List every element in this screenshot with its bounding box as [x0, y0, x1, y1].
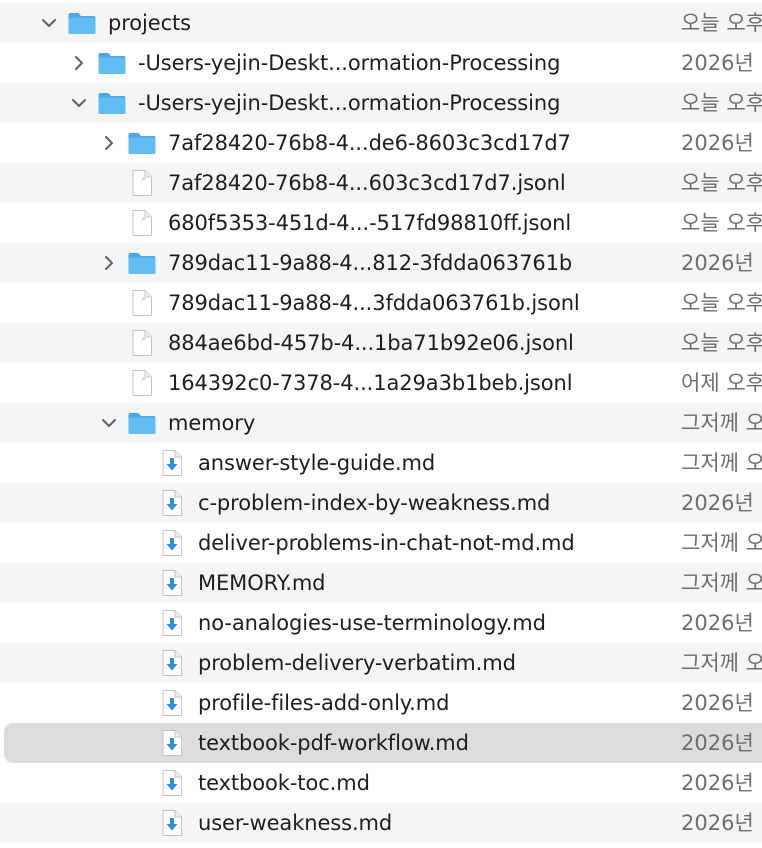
folder-icon	[97, 91, 127, 115]
date-modified: 오늘 오후	[681, 211, 762, 235]
file-row[interactable]: textbook-pdf-workflow.md 2026년	[0, 723, 762, 763]
item-name: 7af28420-76b8-4...de6-8603c3cd17d7	[168, 131, 571, 155]
date-modified: 그저께 오	[681, 411, 762, 435]
markdown-file-icon	[161, 729, 183, 757]
document-icon	[131, 329, 153, 357]
markdown-file-icon	[161, 769, 183, 797]
file-row[interactable]: 884ae6bd-457b-4...1ba71b92e06.jsonl 오늘 오후	[0, 323, 762, 363]
date-modified: 그저께 오	[681, 571, 762, 595]
markdown-file-icon	[161, 649, 183, 677]
folder-row[interactable]: 789dac11-9a88-4...812-3fdda063761b 2026년	[0, 243, 762, 283]
date-modified: 2026년	[681, 731, 754, 755]
item-name: 164392c0-7378-4...1a29a3b1beb.jsonl	[168, 371, 573, 395]
folder-row[interactable]: -Users-yejin-Deskt...ormation-Processing…	[0, 83, 762, 123]
disclosure-collapsed-icon[interactable]	[69, 53, 89, 73]
item-name: profile-files-add-only.md	[198, 691, 450, 715]
item-name: MEMORY.md	[198, 571, 326, 595]
date-modified: 오늘 오후	[681, 291, 762, 315]
date-modified: 그저께 오	[681, 451, 762, 475]
file-row[interactable]: c-problem-index-by-weakness.md 2026년	[0, 483, 762, 523]
folder-icon	[67, 11, 97, 35]
item-name: 7af28420-76b8-4...603c3cd17d7.jsonl	[168, 171, 566, 195]
folder-row[interactable]: projects 오늘 오후	[0, 3, 762, 43]
date-modified: 2026년	[681, 251, 754, 275]
date-modified: 오늘 오후	[681, 331, 762, 355]
document-icon	[131, 169, 153, 197]
date-modified: 오늘 오후	[681, 11, 762, 35]
markdown-file-icon	[161, 609, 183, 637]
item-name: projects	[108, 11, 192, 35]
date-modified: 2026년	[681, 491, 754, 515]
folder-row[interactable]: -Users-yejin-Deskt...ormation-Processing…	[0, 43, 762, 83]
file-row[interactable]: textbook-toc.md 2026년	[0, 763, 762, 803]
file-row[interactable]: 164392c0-7378-4...1a29a3b1beb.jsonl 어제 오후	[0, 363, 762, 403]
date-modified: 오늘 오후	[681, 91, 762, 115]
file-row[interactable]: problem-delivery-verbatim.md 그저께 오	[0, 643, 762, 683]
folder-icon	[97, 51, 127, 75]
file-row[interactable]: profile-files-add-only.md 2026년	[0, 683, 762, 723]
file-row[interactable]: MEMORY.md 그저께 오	[0, 563, 762, 603]
item-name: problem-delivery-verbatim.md	[198, 651, 516, 675]
item-name: 680f5353-451d-4...-517fd98810ff.jsonl	[168, 211, 572, 235]
item-name: -Users-yejin-Deskt...ormation-Processing	[138, 51, 561, 75]
date-modified: 2026년	[681, 811, 754, 835]
folder-icon	[127, 411, 157, 435]
file-row[interactable]: no-analogies-use-terminology.md 2026년	[0, 603, 762, 643]
date-modified: 2026년	[681, 611, 754, 635]
disclosure-expanded-icon[interactable]	[99, 413, 119, 433]
file-row[interactable]: 7af28420-76b8-4...603c3cd17d7.jsonl 오늘 오후	[0, 163, 762, 203]
date-modified: 그저께 오	[681, 651, 762, 675]
document-icon	[131, 369, 153, 397]
markdown-file-icon	[161, 569, 183, 597]
item-name: textbook-toc.md	[198, 771, 370, 795]
document-icon	[131, 289, 153, 317]
date-modified: 그저께 오	[681, 531, 762, 555]
item-name: memory	[168, 411, 256, 435]
item-name: 789dac11-9a88-4...3fdda063761b.jsonl	[168, 291, 580, 315]
file-row[interactable]: answer-style-guide.md 그저께 오	[0, 443, 762, 483]
date-modified: 2026년	[681, 691, 754, 715]
date-modified: 어제 오후	[681, 371, 762, 395]
file-row[interactable]: deliver-problems-in-chat-not-md.md 그저께 오	[0, 523, 762, 563]
item-name: 884ae6bd-457b-4...1ba71b92e06.jsonl	[168, 331, 574, 355]
disclosure-expanded-icon[interactable]	[69, 93, 89, 113]
file-row[interactable]: 789dac11-9a88-4...3fdda063761b.jsonl 오늘 오…	[0, 283, 762, 323]
date-modified: 오늘 오후	[681, 171, 762, 195]
file-row[interactable]: user-weakness.md 2026년	[0, 803, 762, 843]
document-icon	[131, 209, 153, 237]
item-name: deliver-problems-in-chat-not-md.md	[198, 531, 575, 555]
markdown-file-icon	[161, 449, 183, 477]
disclosure-collapsed-icon[interactable]	[99, 133, 119, 153]
file-list: projects 오늘 오후 -Users-yejin-Deskt...ormati…	[0, 0, 762, 848]
markdown-file-icon	[161, 529, 183, 557]
markdown-file-icon	[161, 689, 183, 717]
folder-row[interactable]: 7af28420-76b8-4...de6-8603c3cd17d7 2026년	[0, 123, 762, 163]
file-row[interactable]: 680f5353-451d-4...-517fd98810ff.jsonl 오늘 …	[0, 203, 762, 243]
item-name: no-analogies-use-terminology.md	[198, 611, 546, 635]
folder-icon	[127, 251, 157, 275]
disclosure-expanded-icon[interactable]	[39, 13, 59, 33]
item-name: c-problem-index-by-weakness.md	[198, 491, 551, 515]
markdown-file-icon	[161, 489, 183, 517]
folder-icon	[127, 131, 157, 155]
item-name: textbook-pdf-workflow.md	[198, 731, 469, 755]
disclosure-collapsed-icon[interactable]	[99, 253, 119, 273]
date-modified: 2026년	[681, 131, 754, 155]
item-name: 789dac11-9a88-4...812-3fdda063761b	[168, 251, 573, 275]
item-name: user-weakness.md	[198, 811, 393, 835]
markdown-file-icon	[161, 809, 183, 837]
folder-row[interactable]: memory 그저께 오	[0, 403, 762, 443]
date-modified: 2026년	[681, 771, 754, 795]
date-modified: 2026년	[681, 51, 754, 75]
item-name: answer-style-guide.md	[198, 451, 436, 475]
item-name: -Users-yejin-Deskt...ormation-Processing	[138, 91, 561, 115]
